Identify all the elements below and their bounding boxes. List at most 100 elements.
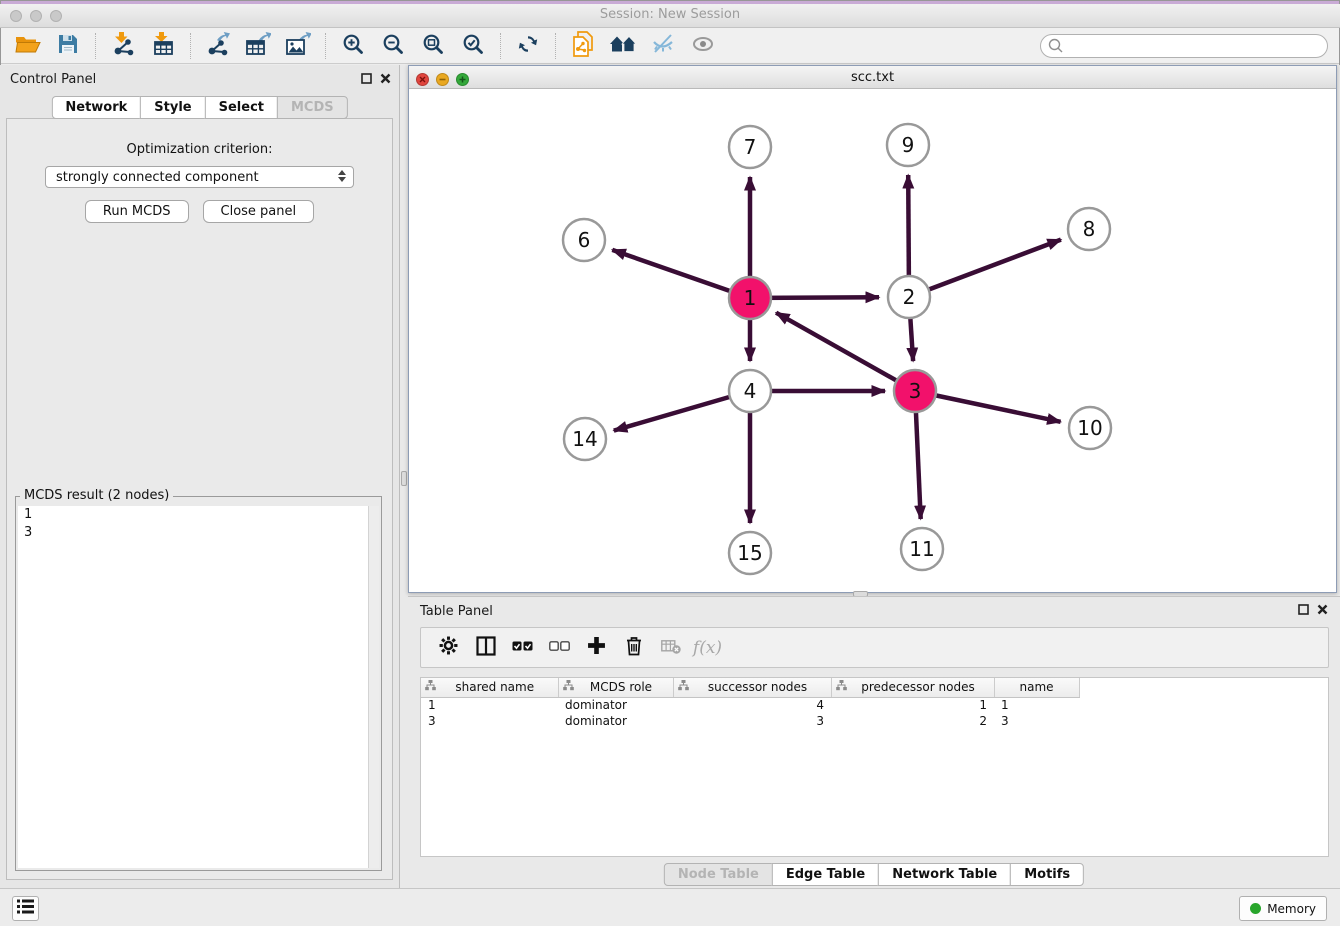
vertical-splitter-grip[interactable] [401,471,407,486]
table-cell: 3 [994,713,1079,729]
close-table-panel-icon[interactable] [1317,604,1328,615]
eye-icon [691,33,715,59]
table-panel-tabs: Node TableEdge TableNetwork TableMotifs [664,863,1084,886]
node-2[interactable]: 2 [888,276,930,318]
edge-3-10[interactable] [915,391,1061,422]
close-panel-icon[interactable] [380,73,391,84]
node-9[interactable]: 9 [887,124,929,166]
edge-2-8[interactable] [909,240,1061,297]
node-label: 15 [737,541,762,565]
criterion-dropdown[interactable]: strongly connected component [45,166,354,188]
import-network-button[interactable] [103,31,143,61]
network-window-titlebar[interactable]: scc.txt [409,66,1336,89]
node-label: 1 [744,286,757,310]
tab-select[interactable]: Select [205,96,278,119]
column-header-name[interactable]: name [994,678,1079,697]
table-cell: dominator [558,713,673,729]
zoom-out-button[interactable] [373,31,413,61]
table-cell: 3 [673,713,831,729]
hide-details-button[interactable] [643,31,683,61]
refresh-layout-button[interactable] [508,31,548,61]
save-session-button[interactable] [48,31,88,61]
column-header-shared-name[interactable]: shared name [421,678,558,697]
export-image-button[interactable] [278,31,318,61]
zoom-out-icon [382,33,404,59]
result-line: 1 [18,506,379,524]
application-window: Session: New Session [0,0,1340,926]
node-1[interactable]: 1 [729,277,771,319]
table-cell: 1 [421,697,558,713]
tab-network[interactable]: Network [51,96,141,119]
node-label: 3 [909,379,922,403]
node-6[interactable]: 6 [563,219,605,261]
toolbar-separator [555,33,556,59]
dropdown-chevrons-icon [338,170,346,182]
table-row[interactable]: 1dominator411 [421,697,1079,713]
zoom-in-button[interactable] [333,31,373,61]
node-8[interactable]: 8 [1068,208,1110,250]
zoom-selected-button[interactable] [453,31,493,61]
edge-3-1[interactable] [776,313,915,391]
search-input[interactable] [1040,34,1328,58]
show-column-button[interactable] [467,633,504,663]
import-table-button[interactable] [143,31,183,61]
delete-row-button[interactable] [615,633,652,663]
show-details-button[interactable] [683,31,723,61]
table-cell: 1 [831,697,994,713]
apply-function-button[interactable]: f(x) [689,633,726,663]
control-panel: Control Panel NetworkStyleSelectMCDS Opt… [0,65,400,888]
node-14[interactable]: 14 [564,418,606,460]
columns-icon [476,636,496,660]
optimization-criterion-label: Optimization criterion: [7,142,392,157]
column-header-successor-nodes[interactable]: successor nodes [673,678,831,697]
deselect-all-button[interactable] [541,633,578,663]
network-canvas[interactable]: 7 9 6 8 1 2 4 3 14 10 15 11 [409,89,1336,592]
tab-edge-table[interactable]: Edge Table [772,863,879,886]
table-cell: 1 [994,697,1079,713]
tab-network-table[interactable]: Network Table [878,863,1011,886]
table-cell: 4 [673,697,831,713]
tab-node-table[interactable]: Node Table [664,863,773,886]
network-from-file-button[interactable] [563,31,603,61]
result-scrollbar[interactable] [368,506,379,868]
table-cell: 3 [421,713,558,729]
node-15[interactable]: 15 [729,532,771,574]
tab-motifs[interactable]: Motifs [1010,863,1084,886]
select-all-button[interactable] [504,633,541,663]
node-7[interactable]: 7 [729,126,771,168]
column-settings-button[interactable] [430,633,467,663]
delete-table-button[interactable] [652,633,689,663]
node-label: 4 [744,379,757,403]
export-table-button[interactable] [238,31,278,61]
mcds-result-group: MCDS result (2 nodes) 13 [15,496,382,871]
export-network-button[interactable] [198,31,238,61]
run-mcds-button[interactable]: Run MCDS [85,200,189,223]
memory-button[interactable]: Memory [1239,896,1327,921]
home-view-button[interactable] [603,31,643,61]
column-tree-icon [563,680,574,694]
zoom-fit-button[interactable] [413,31,453,61]
table-row[interactable]: 3dominator323 [421,713,1079,729]
node-4[interactable]: 4 [729,370,771,412]
node-table[interactable]: shared nameMCDS rolesuccessor nodesprede… [420,677,1329,857]
node-10[interactable]: 10 [1069,407,1111,449]
open-session-button[interactable] [8,31,48,61]
close-panel-button[interactable]: Close panel [203,200,315,223]
mcds-result-list[interactable]: 13 [18,506,379,868]
table-toolbar: f(x) [420,627,1329,668]
column-tree-icon [836,680,847,694]
node-3[interactable]: 3 [894,370,936,412]
add-row-button[interactable] [578,633,615,663]
float-table-panel-icon[interactable] [1298,604,1309,615]
tab-style[interactable]: Style [140,96,205,119]
toolbar-separator [95,33,96,59]
float-panel-icon[interactable] [361,73,372,84]
column-header-MCDS-role[interactable]: MCDS role [558,678,673,697]
column-header-predecessor-nodes[interactable]: predecessor nodes [831,678,994,697]
zoom-fit-icon [422,33,444,59]
show-panels-button[interactable] [12,896,39,921]
node-11[interactable]: 11 [901,528,943,570]
memory-status-dot [1250,903,1261,914]
tab-mcds[interactable]: MCDS [277,96,348,119]
mcds-result-title: MCDS result (2 nodes) [20,488,173,503]
